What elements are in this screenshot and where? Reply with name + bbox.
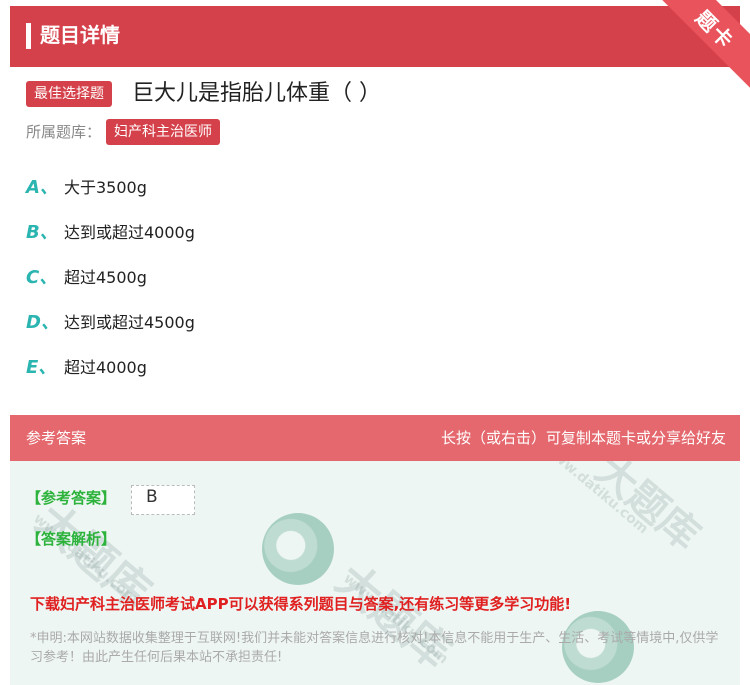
option-letter: E、	[26, 357, 57, 378]
option-letter: C、	[26, 267, 58, 288]
library-tag[interactable]: 妇产科主治医师	[106, 119, 220, 145]
corner-ribbon: 题卡	[648, 0, 750, 110]
option-text: 达到或超过4000g	[64, 223, 195, 242]
answer-label: 【参考答案】	[26, 489, 117, 507]
library-label: 所属题库：	[26, 123, 102, 141]
option-text: 达到或超过4500g	[64, 313, 195, 332]
question-type-tag: 最佳选择题	[26, 81, 112, 107]
option-letter: D、	[26, 312, 59, 333]
header-accent-bar	[26, 23, 31, 49]
share-hint: 长按（或右击）可复制本题卡或分享给好友	[440, 429, 726, 447]
option-text: 大于3500g	[64, 178, 147, 197]
watermark-site: www.datiku.com	[540, 461, 652, 538]
disclaimer-text: *申明:本网站数据收集整理于互联网!我们并未能对答案信息进行核对!本信息不能用于…	[30, 631, 719, 665]
answer-panel: 大题库 大题库 大题库 www.datiku.com www.datiku.co…	[10, 461, 740, 685]
question-text: 巨大儿是指胎儿体重（ ）	[132, 81, 381, 106]
watermark-brand: 大题库	[586, 461, 709, 560]
answer-section-title: 参考答案	[26, 429, 87, 447]
watermark-logo-icon	[262, 513, 334, 585]
answer-value: B	[146, 487, 158, 507]
option-letter: B、	[26, 222, 58, 243]
analysis-label: 【答案解析】	[26, 530, 117, 548]
option-text: 超过4500g	[64, 268, 147, 287]
answer-value-box: B	[131, 485, 195, 515]
app-download-promo[interactable]: 下载妇产科主治医师考试APP可以获得系列题目与答案,还有练习等更多学习功能!	[30, 593, 571, 614]
header-bar: 题目详情	[10, 6, 740, 67]
answer-header: 参考答案 长按（或右击）可复制本题卡或分享给好友	[10, 415, 740, 461]
page-title: 题目详情	[40, 23, 120, 47]
option-letter: A、	[26, 177, 58, 198]
option-text: 超过4000g	[64, 358, 147, 377]
